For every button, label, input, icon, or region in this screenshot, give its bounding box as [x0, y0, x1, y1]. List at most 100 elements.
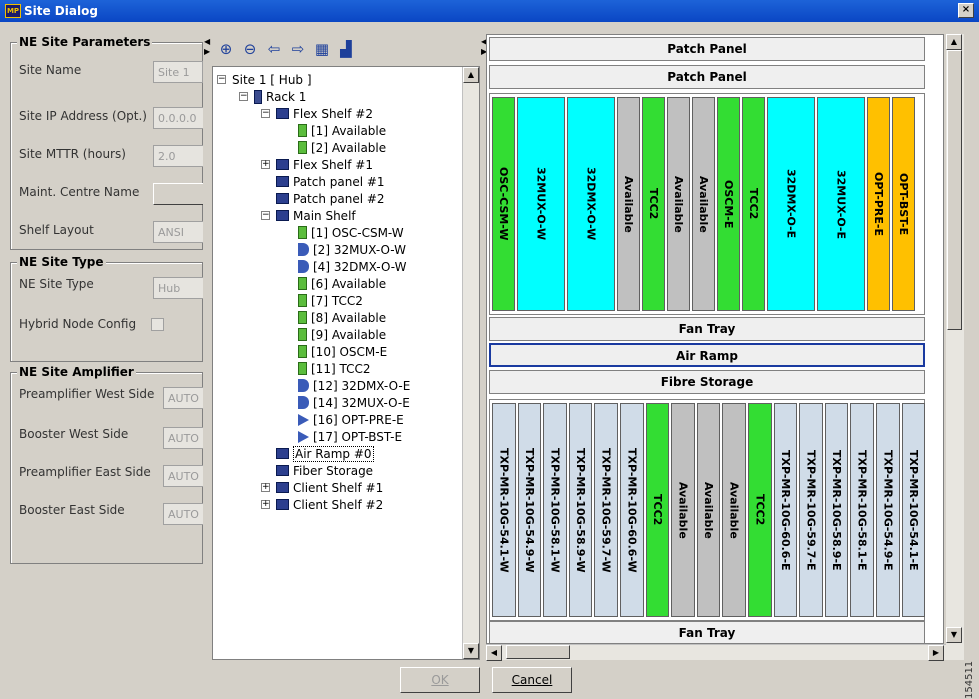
left-splitter[interactable]: ◀ ▶	[203, 34, 211, 660]
shelf-slot[interactable]: OSC-CSM-W	[492, 97, 515, 311]
shelf-slot[interactable]: TXP-MR-10G-59.7-W	[594, 403, 618, 617]
close-button[interactable]: ×	[958, 3, 974, 18]
rack-horizontal-scrollbar[interactable]: ◀ ▶	[486, 644, 946, 661]
collapse-left-arrow-icon[interactable]: ◀	[204, 38, 210, 46]
shelf-slot[interactable]: OPT-BST-E	[892, 97, 915, 311]
tree-item[interactable]: [10] OSCM-E	[283, 343, 387, 360]
cancel-button[interactable]: Cancel	[492, 667, 572, 693]
site-ip-input[interactable]: 0.0.0.0	[153, 107, 204, 129]
tree-item[interactable]: − Rack 1	[239, 88, 306, 105]
table-icon[interactable]: ▦	[312, 39, 332, 59]
shelf-slot[interactable]: TXP-MR-10G-54.9-W	[517, 403, 542, 617]
site-tree[interactable]: − Site 1 [ Hub ] − Rack 1− Flex Shelf #2 [1] …	[212, 66, 480, 660]
shelf-slot[interactable]: TXP-MR-10G-58.1-E	[850, 403, 874, 617]
air-ramp[interactable]: Air Ramp	[489, 343, 925, 367]
tree-item[interactable]: + Client Shelf #1	[261, 479, 383, 496]
shelf-slot[interactable]: TXP-MR-10G-59.7-E	[799, 403, 823, 617]
tree-item[interactable]: [2] Available	[283, 139, 386, 156]
tree-item[interactable]: Patch panel #1	[261, 173, 385, 190]
patch-panel-2[interactable]: Patch Panel	[489, 65, 925, 89]
expand-right-arrow-icon[interactable]: ▶	[204, 48, 210, 56]
tree-item[interactable]: [8] Available	[283, 309, 386, 326]
shelf-slot[interactable]: TXP-MR-10G-54.9-E	[876, 403, 900, 617]
zoom-out-icon[interactable]: ⊖	[240, 39, 260, 59]
fibre-storage[interactable]: Fibre Storage	[489, 370, 925, 394]
rack-vertical-scrollbar[interactable]: ▲ ▼	[946, 34, 964, 660]
shelf-slot[interactable]: TCC2	[642, 97, 665, 311]
patch-panel-1[interactable]: Patch Panel	[489, 37, 925, 61]
shelf-slot[interactable]: TXP-MR-10G-58.9-W	[568, 403, 593, 617]
expand-toggle-icon[interactable]: −	[261, 109, 270, 118]
tree-vertical-scrollbar[interactable]: ▲ ▼	[462, 67, 479, 659]
preamp-east-select[interactable]: AUTO	[163, 465, 204, 487]
expand-toggle-icon[interactable]: −	[239, 92, 248, 101]
rack-vscroll-thumb[interactable]	[947, 50, 962, 330]
tree-item[interactable]: − Flex Shelf #2	[261, 105, 373, 122]
rack-scroll-right-icon[interactable]: ▶	[928, 645, 944, 661]
shelf-slot[interactable]: TXP-MR-10G-60.6-W	[620, 403, 644, 617]
rack-scroll-down-icon[interactable]: ▼	[946, 627, 962, 643]
tree-item[interactable]: [12] 32DMX-O-E	[283, 377, 410, 394]
tree-item[interactable]: [1] Available	[283, 122, 386, 139]
shelf-slot[interactable]: Available	[667, 97, 690, 311]
expand-toggle-icon[interactable]: +	[261, 500, 270, 509]
tree-item[interactable]: [6] Available	[283, 275, 386, 292]
expand-toggle-icon[interactable]: −	[217, 75, 226, 84]
fan-tray-2[interactable]: Fan Tray	[489, 621, 925, 643]
tree-item[interactable]: Fiber Storage	[261, 462, 373, 479]
tree-item[interactable]: [9] Available	[283, 326, 386, 343]
site-mttr-input[interactable]: 2.0	[153, 145, 204, 167]
tree-item[interactable]: − Main Shelf	[261, 207, 356, 224]
chart-icon[interactable]: ▟	[336, 39, 356, 59]
tree-item[interactable]: [17] OPT-BST-E	[283, 428, 402, 445]
shelf-slot[interactable]: TCC2	[748, 403, 772, 617]
rack-scroll-up-icon[interactable]: ▲	[946, 34, 962, 50]
shelf-slot[interactable]: 32DMX-O-E	[767, 97, 815, 311]
shelf-slot[interactable]: OSCM-E	[717, 97, 740, 311]
tree-item[interactable]: − Site 1 [ Hub ]	[217, 71, 312, 88]
site-name-input[interactable]: Site 1	[153, 61, 203, 83]
tree-item[interactable]: + Flex Shelf #1	[261, 156, 373, 173]
tree-item[interactable]: Air Ramp #0	[261, 445, 374, 462]
ok-button[interactable]: OK	[400, 667, 480, 693]
shelf-slot[interactable]: 32DMX-O-W	[567, 97, 615, 311]
shelf-slot[interactable]: Available	[722, 403, 746, 617]
shelf-slot[interactable]: Available	[617, 97, 640, 311]
fan-tray-1[interactable]: Fan Tray	[489, 317, 925, 341]
tree-item[interactable]: + Client Shelf #2	[261, 496, 383, 513]
shelf-slot[interactable]: TCC2	[645, 403, 670, 617]
tree-item[interactable]: [11] TCC2	[283, 360, 370, 377]
shelf-slot[interactable]: Available	[696, 403, 721, 617]
forward-arrow-icon[interactable]: ⇨	[288, 39, 308, 59]
shelf-layout-select[interactable]: ANSI	[153, 221, 204, 243]
scroll-down-icon[interactable]: ▼	[463, 643, 479, 659]
tree-item[interactable]: [4] 32DMX-O-W	[283, 258, 406, 275]
expand-toggle-icon[interactable]: +	[261, 483, 270, 492]
tree-item[interactable]: [14] 32MUX-O-E	[283, 394, 410, 411]
scroll-up-icon[interactable]: ▲	[463, 67, 479, 83]
booster-west-select[interactable]: AUTO	[163, 427, 204, 449]
back-arrow-icon[interactable]: ⇦	[264, 39, 284, 59]
tree-item[interactable]: Patch panel #2	[261, 190, 385, 207]
rack-scroll-left-icon[interactable]: ◀	[486, 645, 502, 661]
shelf-slot[interactable]: TXP-MR-10G-58.1-W	[543, 403, 567, 617]
tree-item[interactable]: [2] 32MUX-O-W	[283, 241, 406, 258]
tree-item[interactable]: [16] OPT-PRE-E	[283, 411, 404, 428]
expand-toggle-icon[interactable]: +	[261, 160, 270, 169]
shelf-slot[interactable]: 32MUX-O-E	[817, 97, 865, 311]
preamp-west-select[interactable]: AUTO	[163, 387, 204, 409]
shelf-slot[interactable]: TXP-MR-10G-54.1-E	[901, 403, 926, 617]
shelf-slot[interactable]: TXP-MR-10G-54.1-W	[492, 403, 516, 617]
tree-item[interactable]: [1] OSC-CSM-W	[283, 224, 404, 241]
maint-centre-select[interactable]	[153, 183, 204, 205]
shelf-slot[interactable]: Available	[692, 97, 715, 311]
tree-item[interactable]: [7] TCC2	[283, 292, 363, 309]
booster-east-select[interactable]: AUTO	[163, 503, 204, 525]
ne-site-type-select[interactable]: Hub	[153, 277, 204, 299]
shelf-slot[interactable]: TCC2	[742, 97, 765, 311]
shelf-slot[interactable]: OPT-PRE-E	[867, 97, 890, 311]
shelf-slot[interactable]: Available	[671, 403, 695, 617]
shelf-slot[interactable]: TXP-MR-10G-58.9-E	[824, 403, 849, 617]
hybrid-node-checkbox[interactable]	[151, 318, 164, 331]
expand-toggle-icon[interactable]: −	[261, 211, 270, 220]
